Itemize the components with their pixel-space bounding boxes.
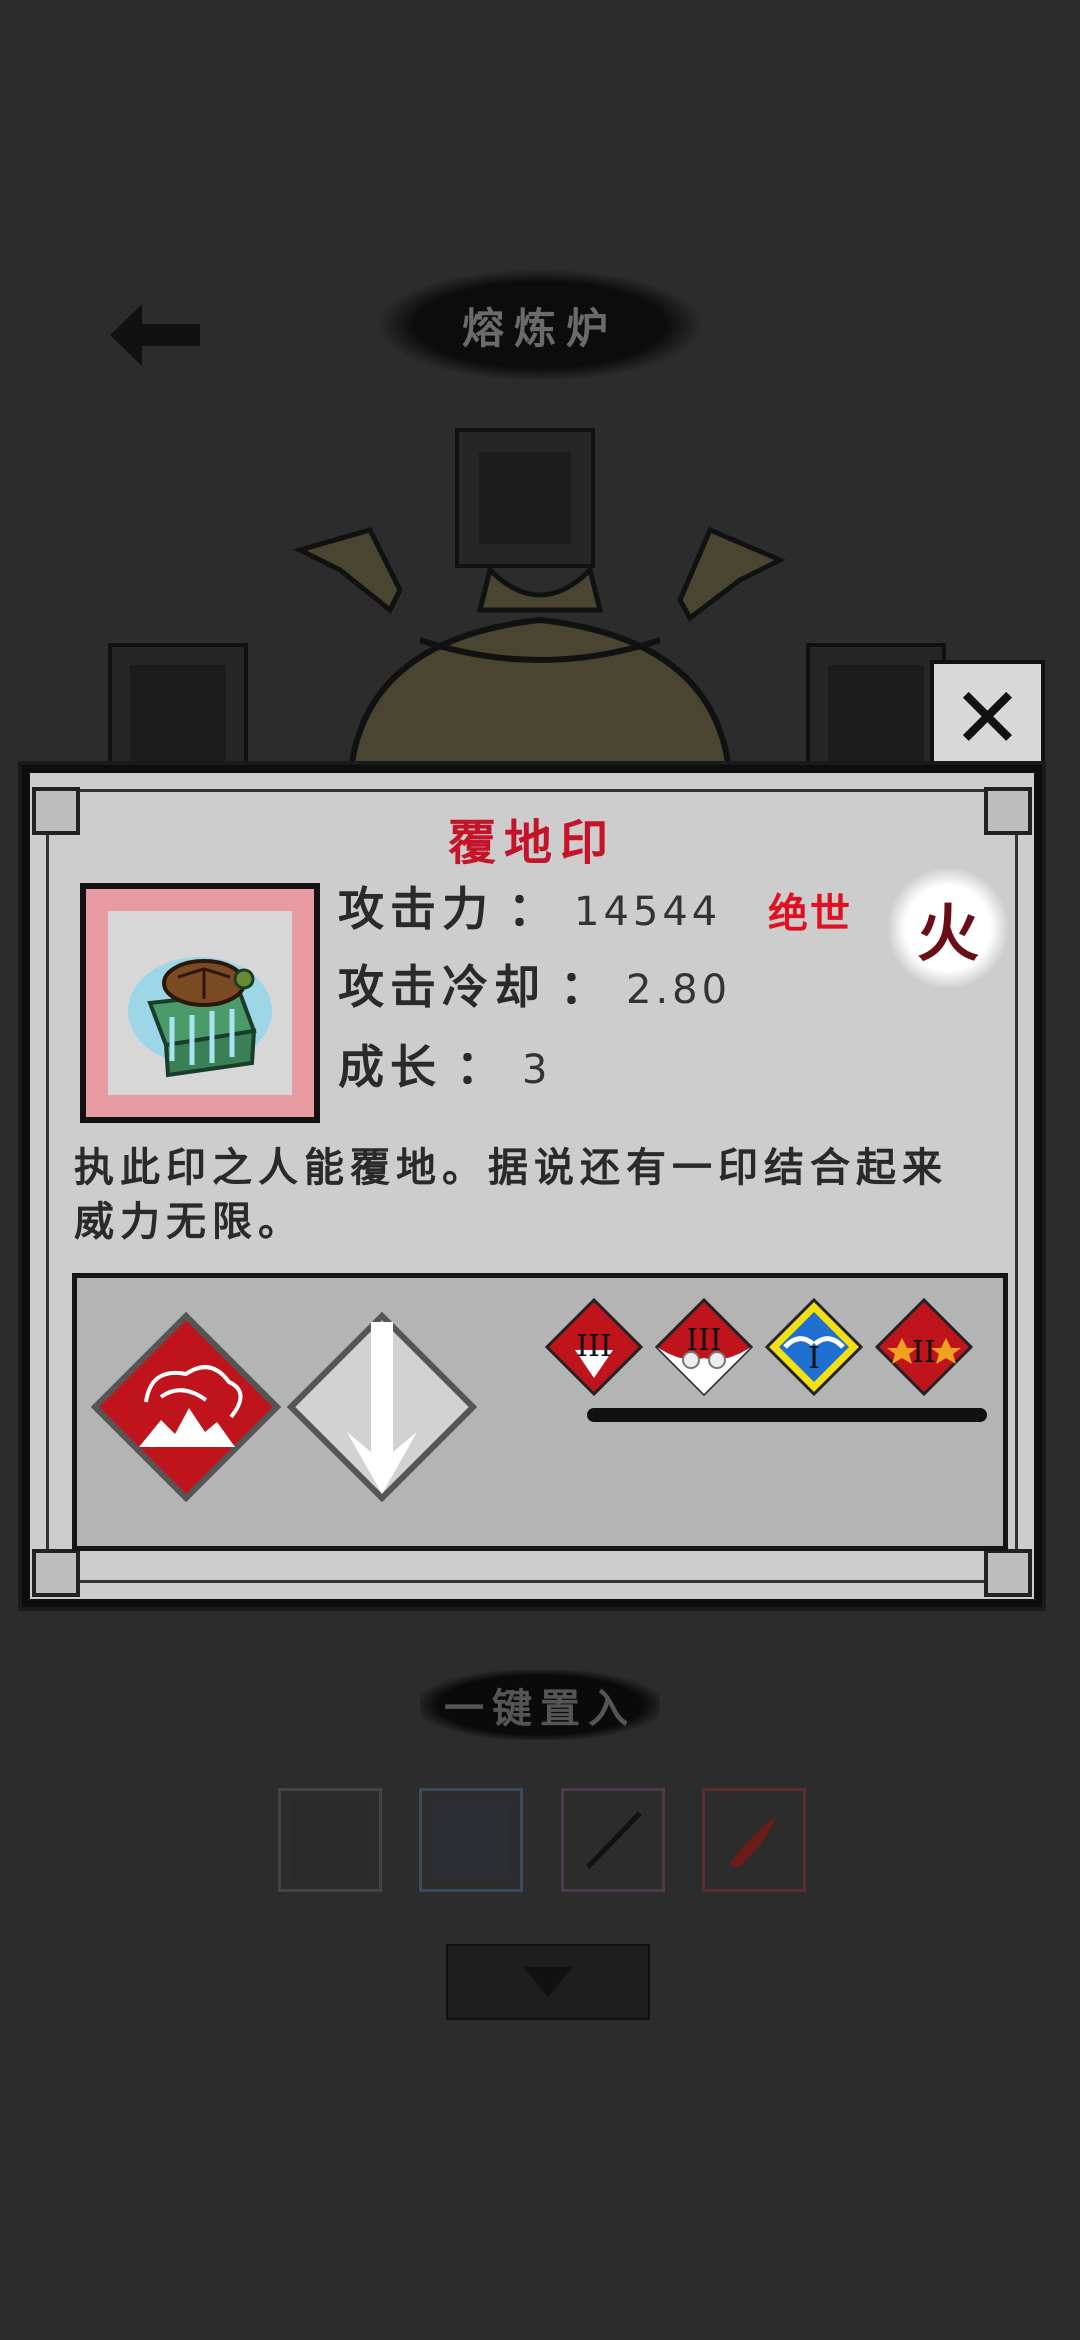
earth-shock-skill-icon[interactable] <box>91 1312 281 1502</box>
one-key-insert-button[interactable]: 一键置入 <box>420 1670 660 1740</box>
flame-blade-item-icon <box>729 1815 777 1867</box>
stat-separator: ： <box>508 882 560 936</box>
back-arrow-icon[interactable] <box>110 300 200 370</box>
rank-badge-II-stars-icon[interactable]: II <box>875 1298 973 1396</box>
rank-badge-I-wings-icon[interactable]: I <box>765 1298 863 1396</box>
item-name: 覆地印 <box>447 815 616 871</box>
furnace-illustration <box>293 526 786 780</box>
stat-label: 成长 <box>338 1040 442 1094</box>
close-icon: ✕ <box>952 668 1023 767</box>
stat-label: 攻击力 <box>338 882 494 936</box>
stat-label: 攻击冷却 <box>338 960 546 1014</box>
svg-text:III: III <box>686 1323 722 1358</box>
stat-value: 2.80 <box>626 967 732 1013</box>
stat-separator: ： <box>560 960 612 1014</box>
down-arrow-skill-icon[interactable] <box>287 1312 477 1502</box>
expand-down-button[interactable] <box>446 1944 650 2020</box>
stat-separator: ： <box>456 1040 508 1094</box>
ink-divider <box>587 1408 987 1422</box>
item-portrait <box>80 883 320 1123</box>
grade-badge: 绝世 <box>768 890 852 937</box>
stat-cooldown: 攻击冷却 ： 2.80 <box>338 951 731 1017</box>
rank-badge-III-plus-icon[interactable]: III <box>545 1298 643 1396</box>
corner-ornament <box>984 1549 1032 1597</box>
stat-growth: 成长 ： 3 <box>338 1031 551 1097</box>
svg-text:II: II <box>912 1335 936 1370</box>
material-slot-1[interactable] <box>278 1788 382 1892</box>
furnace-slot-right[interactable] <box>806 643 946 783</box>
svg-text:III: III <box>576 1329 612 1364</box>
svg-text:I: I <box>808 1341 820 1376</box>
material-slot-3[interactable] <box>561 1788 665 1892</box>
corner-ornament <box>32 1549 80 1597</box>
stat-value: 3 <box>522 1047 552 1093</box>
item-description: 执此印之人能覆地。据说还有一印结合起来威力无限。 <box>74 1144 948 1245</box>
item-detail-panel: 覆地印 攻击力： 14544 攻击冷却： 2.80 成长： 3 绝世 火 执此印之人能… <box>22 765 1042 1607</box>
material-slot-2[interactable] <box>419 1788 523 1892</box>
turtle-seal-icon <box>128 957 272 1078</box>
element-badge: 火 <box>888 868 1008 988</box>
close-button[interactable]: ✕ <box>930 660 1045 775</box>
page-title: 熔炼炉 <box>380 270 700 380</box>
brush-item-icon <box>586 1811 642 1869</box>
chevron-down-icon <box>523 1967 573 1997</box>
skill-area: III III I II <box>72 1273 1008 1551</box>
material-slot-4[interactable] <box>702 1788 806 1892</box>
rank-badge-III-lotus-icon[interactable]: III <box>655 1298 753 1396</box>
stat-attack: 攻击力 ： 14544 <box>338 873 721 939</box>
furnace-slot-left[interactable] <box>108 643 248 783</box>
stat-value: 14544 <box>574 889 722 935</box>
